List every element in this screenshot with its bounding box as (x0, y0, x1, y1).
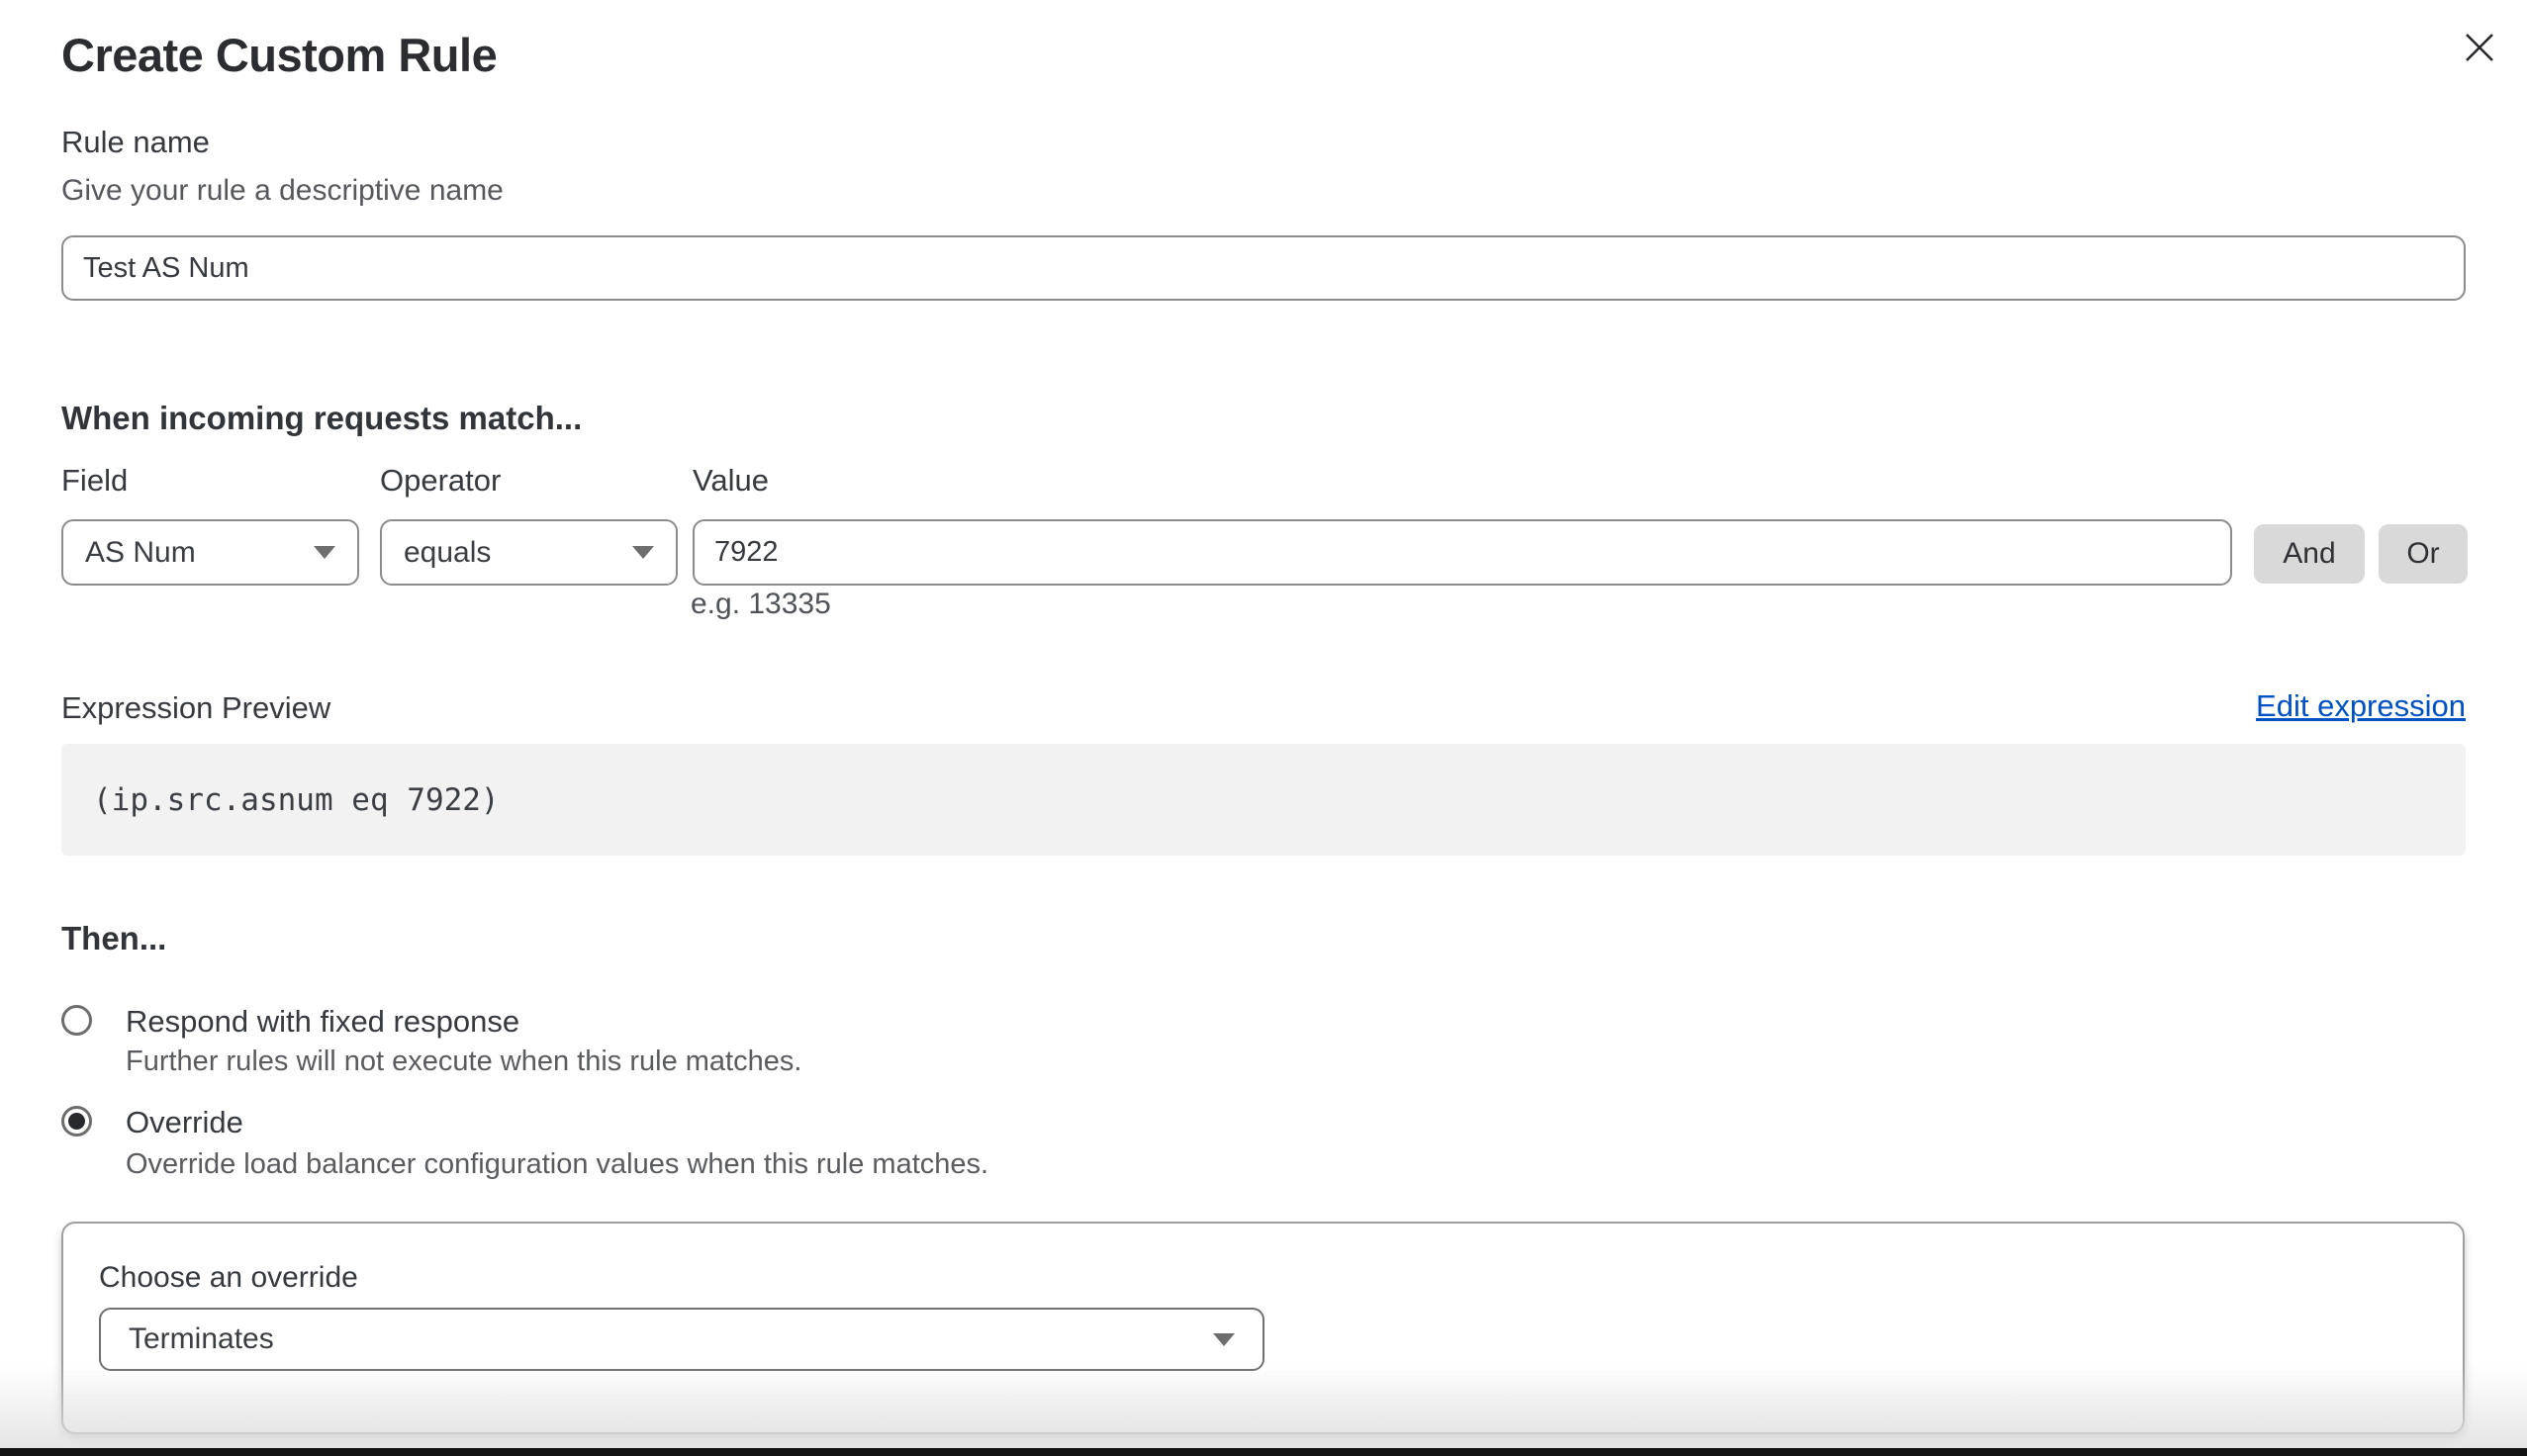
close-button[interactable] (2458, 26, 2501, 69)
field-select[interactable]: AS Num (61, 519, 359, 586)
choose-override-label: Choose an override (99, 1263, 358, 1293)
operator-select-value: equals (404, 536, 491, 570)
rule-name-input[interactable] (61, 235, 2466, 301)
rule-name-hint: Give your rule a descriptive name (61, 176, 504, 206)
rule-name-label: Rule name (61, 127, 210, 157)
or-button[interactable]: Or (2379, 524, 2468, 584)
radio-respond-fixed-response[interactable] (61, 1005, 92, 1036)
create-custom-rule-dialog: Create Custom Rule Rule name Give your r… (0, 0, 2527, 1456)
radio-override[interactable] (61, 1106, 92, 1137)
value-input[interactable] (693, 519, 2232, 586)
override-select[interactable]: Terminates (99, 1308, 1264, 1371)
close-icon (2463, 31, 2496, 64)
bottom-edge-bar (0, 1448, 2527, 1456)
field-label: Field (61, 465, 128, 496)
edit-expression-link[interactable]: Edit expression (2256, 690, 2466, 721)
radio-respond-description: Further rules will not execute when this… (126, 1047, 801, 1076)
value-example-hint: e.g. 13335 (691, 590, 831, 619)
radio-override-description: Override load balancer configuration val… (126, 1150, 988, 1179)
and-button[interactable]: And (2254, 524, 2365, 584)
radio-respond-label[interactable]: Respond with fixed response (126, 1006, 519, 1037)
field-select-value: AS Num (85, 536, 196, 570)
operator-label: Operator (380, 465, 501, 496)
page-title: Create Custom Rule (61, 30, 497, 81)
chevron-down-icon (314, 546, 335, 559)
radio-override-label[interactable]: Override (126, 1107, 243, 1138)
operator-select[interactable]: equals (380, 519, 678, 586)
chevron-down-icon (632, 546, 654, 559)
then-section-heading: Then... (61, 922, 166, 955)
expression-code: (ip.src.asnum eq 7922) (61, 782, 500, 818)
match-section-heading: When incoming requests match... (61, 402, 582, 434)
chevron-down-icon (1213, 1333, 1235, 1346)
expression-preview-box: (ip.src.asnum eq 7922) (61, 744, 2466, 856)
override-select-value: Terminates (129, 1322, 274, 1356)
value-label: Value (693, 465, 769, 496)
expression-preview-label: Expression Preview (61, 692, 330, 723)
